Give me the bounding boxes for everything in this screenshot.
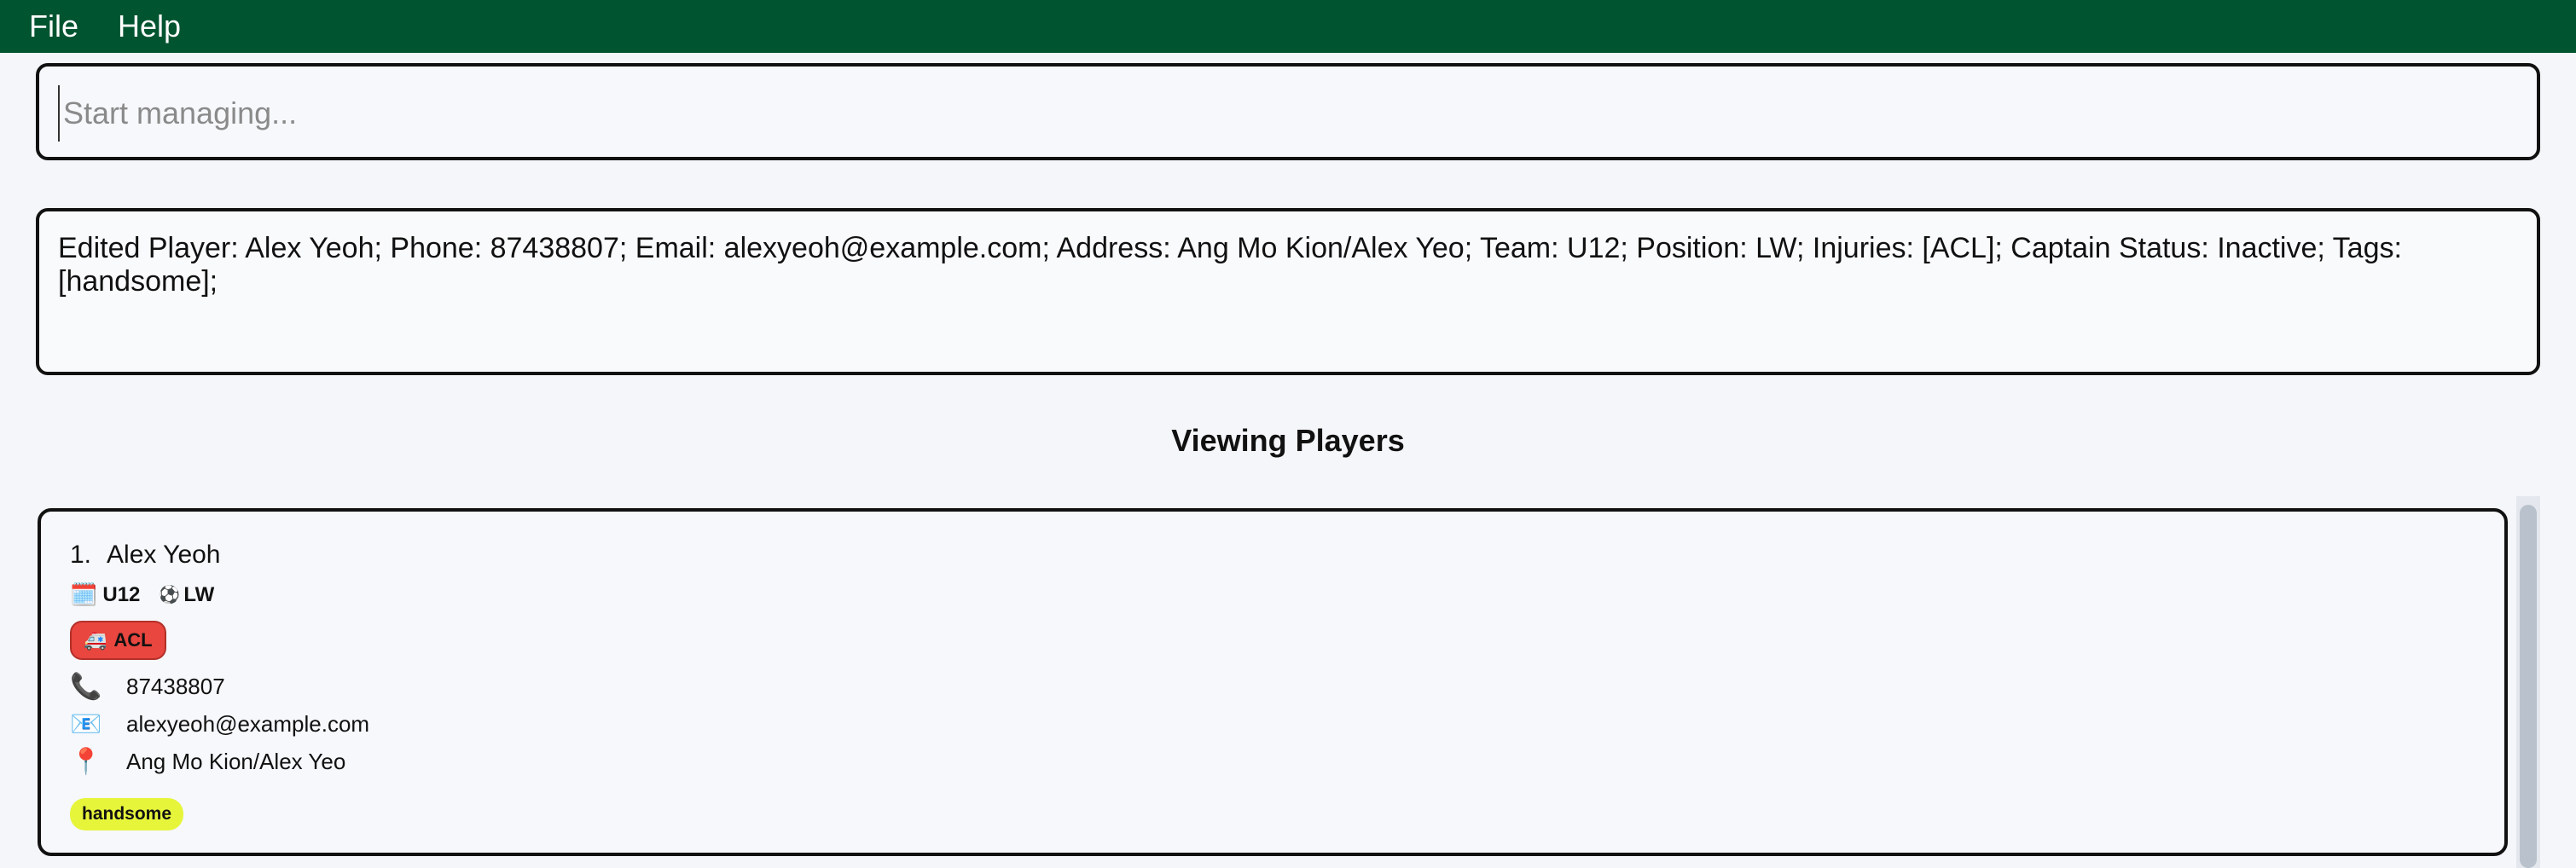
player-position: LW [183,582,215,606]
list-scrollbar[interactable] [2516,496,2540,868]
player-address: Ang Mo Kion/Alex Yeo [126,749,346,774]
player-list: 1. Alex Yeoh 🗓️ U12 ⚽ LW 🚑 ACL 📞 87438807… [38,508,2508,856]
player-meta: 🗓️ U12 ⚽ LW [70,582,214,608]
player-index: 1. [70,541,92,569]
tag-badge: handsome [70,798,184,830]
injury-label: ACL [113,629,153,651]
player-header: 1. Alex Yeoh [70,541,221,570]
result-message: Edited Player: Alex Yeoh; Phone: 8743880… [58,232,2402,298]
player-card[interactable]: 1. Alex Yeoh 🗓️ U12 ⚽ LW 🚑 ACL 📞 87438807… [41,512,2504,853]
ambulance-icon: 🚑 [84,629,107,651]
calendar-icon: 🗓️ [70,582,98,607]
command-input[interactable] [58,85,2518,142]
player-phone: 87438807 [126,674,225,699]
result-display: Edited Player: Alex Yeoh; Phone: 8743880… [36,208,2540,375]
email-row: 📧 alexyeoh@example.com [70,709,369,739]
list-title: Viewing Players [1171,423,1405,458]
injury-badge: 🚑 ACL [70,621,166,660]
tag-label: handsome [82,804,172,824]
player-team: U12 [102,582,141,606]
player-email: alexyeoh@example.com [126,711,370,737]
envelope-icon: 📧 [70,710,102,738]
scrollbar-thumb[interactable] [2520,505,2537,868]
player-name: Alex Yeoh [107,541,221,569]
pin-icon: 📍 [70,748,102,776]
phone-icon: 📞 [70,673,102,701]
menu-file[interactable]: File [14,9,94,44]
menu-help[interactable]: Help [102,9,196,44]
address-row: 📍 Ang Mo Kion/Alex Yeo [70,747,345,777]
phone-row: 📞 87438807 [70,672,225,702]
command-box [36,63,2540,160]
soccer-ball-icon: ⚽ [159,586,181,605]
menu-bar: File Help [0,0,2576,53]
